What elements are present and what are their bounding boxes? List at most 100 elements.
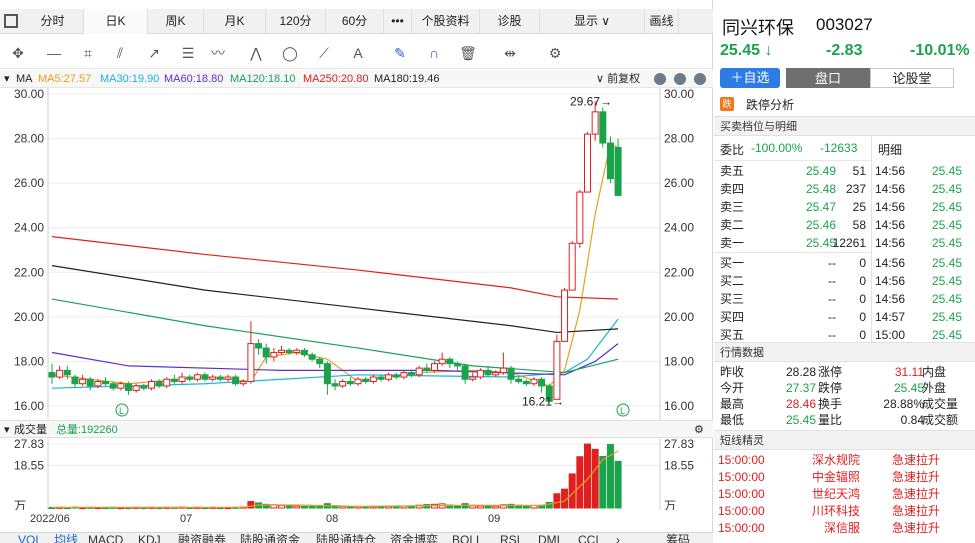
settings-icon[interactable]: ⚙ [694, 421, 704, 439]
candle[interactable] [293, 349, 301, 354]
candle[interactable] [308, 354, 316, 360]
candle[interactable] [316, 358, 324, 365]
candle[interactable] [484, 369, 492, 376]
candle[interactable] [400, 372, 408, 378]
period-tab[interactable]: 120分 [266, 9, 326, 34]
candle[interactable] [385, 374, 393, 380]
candle[interactable] [431, 363, 438, 371]
volume-bar[interactable] [553, 493, 561, 509]
indicator-tab[interactable]: 资金博弈 [390, 534, 438, 543]
candle[interactable] [453, 363, 461, 367]
adjust-dropdown[interactable]: ∨ 前复权 [596, 70, 640, 88]
volume-bar[interactable] [476, 505, 484, 509]
volume-bar[interactable] [484, 505, 492, 509]
text-icon[interactable]: 〰 [206, 42, 230, 64]
candle[interactable] [331, 383, 339, 387]
indicator-tab[interactable]: CCI [578, 534, 599, 543]
period-tab[interactable]: 月K [204, 9, 266, 34]
period-tab[interactable]: 日K [84, 9, 148, 34]
candle[interactable] [63, 369, 71, 376]
ray-icon[interactable]: ↗ [142, 42, 166, 64]
candle[interactable] [591, 111, 599, 135]
tab-orderbook[interactable]: 盘口 [786, 68, 870, 88]
candle[interactable] [216, 376, 224, 380]
candle[interactable] [239, 380, 247, 385]
candle[interactable] [270, 352, 278, 358]
volume-bar[interactable] [568, 473, 576, 509]
candle[interactable] [476, 369, 484, 378]
volume-bar[interactable] [469, 505, 477, 509]
candle[interactable] [469, 376, 477, 380]
polyline-icon[interactable]: ⋀ [244, 42, 268, 64]
ellipse-icon[interactable]: ◯ [278, 42, 302, 64]
candle[interactable] [522, 380, 530, 385]
annotation-icon[interactable]: A [346, 42, 370, 64]
collapse-icon[interactable]: ▾ [4, 421, 10, 439]
candle[interactable] [117, 383, 125, 389]
candle[interactable] [102, 380, 110, 385]
rectangle-icon[interactable]: ⌗ [76, 42, 100, 64]
candle[interactable] [193, 374, 201, 380]
candle[interactable] [584, 133, 591, 193]
candle[interactable] [339, 380, 347, 387]
indicator-tab[interactable]: RSI [500, 534, 520, 543]
candle[interactable] [109, 383, 117, 389]
indicator-tab[interactable]: KDJ [138, 534, 161, 543]
channel-icon[interactable]: ⫽ [108, 42, 132, 64]
period-tab[interactable]: 个股资料 [412, 9, 480, 34]
candle[interactable] [446, 358, 454, 365]
candle[interactable] [262, 347, 270, 358]
candle[interactable] [553, 340, 561, 400]
indicator-tab[interactable]: DMI [538, 534, 560, 543]
candle[interactable] [606, 142, 614, 180]
candle[interactable] [278, 349, 285, 354]
collapse-icon[interactable]: ▾ [4, 70, 10, 88]
layout-toggle-icon[interactable] [4, 14, 18, 28]
period-tab[interactable]: 分时 [22, 9, 84, 34]
candle[interactable] [614, 146, 622, 196]
candle[interactable] [369, 376, 377, 382]
candle[interactable] [178, 376, 186, 382]
volume-bar[interactable] [316, 505, 324, 509]
split-icon[interactable]: ⇹ [498, 42, 522, 64]
candle[interactable] [530, 378, 538, 385]
candle[interactable] [515, 378, 523, 382]
candle[interactable] [568, 242, 576, 291]
candle[interactable] [56, 369, 64, 378]
volume-bar[interactable] [614, 460, 622, 509]
candle[interactable] [255, 343, 263, 349]
volume-bar[interactable] [392, 506, 400, 509]
candle[interactable] [71, 376, 79, 385]
candle[interactable] [300, 349, 308, 356]
volume-bar[interactable] [308, 505, 316, 509]
settings-icon[interactable]: ⚙ [543, 42, 567, 64]
indicator-tab[interactable]: MACD [88, 534, 123, 543]
period-tab[interactable]: 显示 ∨ [540, 9, 645, 34]
indicator-tab[interactable]: 均线 [54, 534, 78, 543]
candle[interactable] [438, 358, 446, 365]
candle[interactable] [285, 349, 293, 354]
candle[interactable] [408, 372, 416, 376]
brush-icon[interactable]: ✎ [388, 42, 412, 64]
crosshair-icon[interactable]: ✥ [6, 42, 30, 64]
volume-chart[interactable]: 27.83 27.83 18.55 18.55 万 万 [0, 438, 713, 510]
candle[interactable] [362, 378, 370, 382]
candle[interactable] [186, 376, 194, 380]
volume-bar[interactable] [285, 505, 293, 509]
candle[interactable] [507, 367, 515, 380]
candle[interactable] [224, 376, 232, 380]
indicator-tab[interactable]: BOLL [452, 534, 483, 543]
indicator-tab[interactable]: 陆股通持仓 [316, 534, 376, 543]
volume-bar[interactable] [362, 506, 370, 509]
period-tab[interactable]: 60分 [326, 9, 384, 34]
candle[interactable] [561, 289, 569, 342]
trash-icon[interactable]: 🗑 [456, 42, 480, 64]
candle[interactable] [377, 376, 385, 380]
candle[interactable] [86, 378, 94, 387]
volume-bar[interactable] [492, 505, 500, 509]
magnet-icon[interactable]: ∩ [422, 42, 446, 64]
settings-icon[interactable] [694, 73, 706, 85]
segment-icon[interactable]: — [42, 42, 66, 64]
candle[interactable] [423, 367, 431, 371]
period-tab[interactable]: 诊股 [480, 9, 540, 34]
